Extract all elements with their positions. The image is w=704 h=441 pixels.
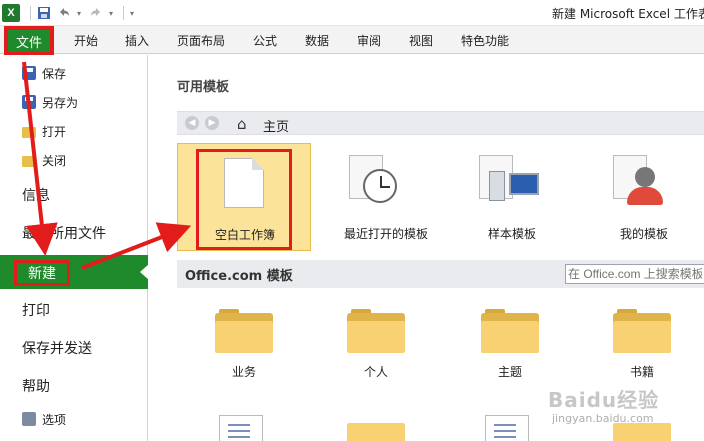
quick-access-toolbar: X ▾ ▾ ▾	[2, 3, 140, 23]
folder-label: 主题	[497, 365, 522, 379]
template-mine[interactable]: 我的模板	[577, 143, 704, 251]
template-item-partial[interactable]	[177, 409, 311, 441]
nav-save-as[interactable]: 另存为	[22, 92, 78, 112]
office-templates-title: Office.com 模板	[185, 269, 293, 284]
nav-selection-notch	[140, 264, 149, 280]
tab-special-features[interactable]: 特色功能	[461, 32, 509, 49]
nav-recent[interactable]: 最近所用文件	[22, 223, 106, 243]
nav-new-label: 新建	[14, 260, 70, 286]
nav-new[interactable]: 新建	[0, 255, 149, 289]
nav-close-label: 关闭	[42, 153, 67, 168]
nav-close[interactable]: 关闭	[22, 150, 66, 170]
nav-save[interactable]: 保存	[22, 63, 66, 83]
folder-icon	[347, 423, 405, 441]
section-title: 可用模板	[177, 80, 230, 95]
excel-app-icon[interactable]: X	[2, 4, 20, 22]
save-icon	[22, 66, 36, 80]
undo-icon[interactable]	[55, 4, 73, 22]
nav-help[interactable]: 帮助	[22, 376, 50, 396]
tab-file[interactable]: 文件	[4, 26, 54, 56]
watermark-logo: Baidu经验	[548, 388, 660, 412]
nav-info[interactable]: 信息	[22, 185, 50, 205]
title-bar: X ▾ ▾ ▾ 新建 Microsoft Excel 工作表	[0, 0, 704, 26]
form-document-icon	[219, 415, 263, 441]
template-navbar: ◀ ▶ ⌂ 主页	[177, 111, 704, 135]
customize-qat-icon[interactable]: ▾	[128, 9, 136, 18]
back-arrow-icon[interactable]: ◀	[185, 116, 199, 130]
tab-data[interactable]: 数据	[305, 32, 329, 49]
template-recent[interactable]: 最近打开的模板	[319, 143, 453, 251]
office-search-input[interactable]	[565, 264, 704, 284]
nav-save-as-label: 另存为	[42, 95, 79, 110]
folder-business[interactable]: 业务	[177, 299, 311, 389]
window-title: 新建 Microsoft Excel 工作表	[552, 7, 704, 21]
folder-label: 书籍	[629, 365, 654, 379]
template-sample[interactable]: 样本模板	[445, 143, 579, 251]
form-document-icon	[485, 415, 529, 441]
folder-icon	[215, 309, 273, 353]
folder-partial[interactable]	[309, 409, 443, 441]
redo-icon[interactable]	[87, 4, 105, 22]
tab-formulas[interactable]: 公式	[253, 32, 277, 49]
nav-open[interactable]: 打开	[22, 121, 66, 141]
watermark: Baidu经验 jingyan.baidu.com	[536, 382, 704, 436]
redo-dropdown-icon[interactable]: ▾	[107, 9, 115, 18]
tab-page-layout[interactable]: 页面布局	[177, 32, 225, 49]
folder-icon	[347, 309, 405, 353]
tab-view[interactable]: 视图	[409, 32, 433, 49]
undo-dropdown-icon[interactable]: ▾	[75, 9, 83, 18]
nav-options-label: 选项	[42, 412, 67, 427]
tab-review[interactable]: 审阅	[357, 32, 381, 49]
computer-tower-icon	[489, 171, 505, 201]
open-folder-icon	[22, 126, 36, 138]
folder-themes[interactable]: 主题	[443, 299, 577, 389]
tab-home[interactable]: 开始	[74, 32, 98, 49]
clock-icon	[363, 169, 397, 203]
folder-label: 业务	[231, 365, 256, 379]
ribbon-tabs: 文件 开始 插入 页面布局 公式 数据 审阅 视图 特色功能	[0, 26, 704, 56]
nav-options[interactable]: 选项	[22, 409, 66, 429]
home-label[interactable]: 主页	[263, 116, 289, 135]
save-icon[interactable]	[35, 4, 53, 22]
folder-label: 个人	[363, 365, 388, 379]
nav-save-label: 保存	[42, 66, 67, 81]
template-label: 最近打开的模板	[343, 227, 428, 241]
template-label: 空白工作簿	[214, 228, 275, 242]
folder-icon	[613, 309, 671, 353]
template-label: 样本模板	[487, 227, 536, 241]
save-as-icon	[22, 95, 36, 109]
backstage-nav: 保存 另存为 打开 关闭 信息 最近所用文件 新建 打印 保存并发送 帮助 选项	[0, 55, 149, 441]
home-icon[interactable]: ⌂	[237, 115, 247, 133]
nav-open-label: 打开	[42, 124, 67, 139]
forward-arrow-icon[interactable]: ▶	[205, 116, 219, 130]
options-icon	[22, 412, 36, 426]
template-label: 我的模板	[619, 227, 668, 241]
close-folder-icon	[22, 155, 36, 167]
folder-icon	[481, 309, 539, 353]
folder-personal[interactable]: 个人	[309, 299, 443, 389]
qat-separator	[123, 6, 124, 20]
nav-save-send[interactable]: 保存并发送	[22, 338, 92, 358]
qat-separator	[30, 6, 31, 20]
tab-insert[interactable]: 插入	[125, 32, 149, 49]
watermark-url: jingyan.baidu.com	[552, 412, 654, 425]
folder-books[interactable]: 书籍	[575, 299, 704, 389]
nav-print[interactable]: 打印	[22, 300, 50, 320]
monitor-icon	[509, 173, 539, 195]
user-body-icon	[627, 187, 663, 205]
user-head-icon	[635, 167, 655, 187]
template-blank-workbook[interactable]: 空白工作簿	[177, 143, 311, 251]
